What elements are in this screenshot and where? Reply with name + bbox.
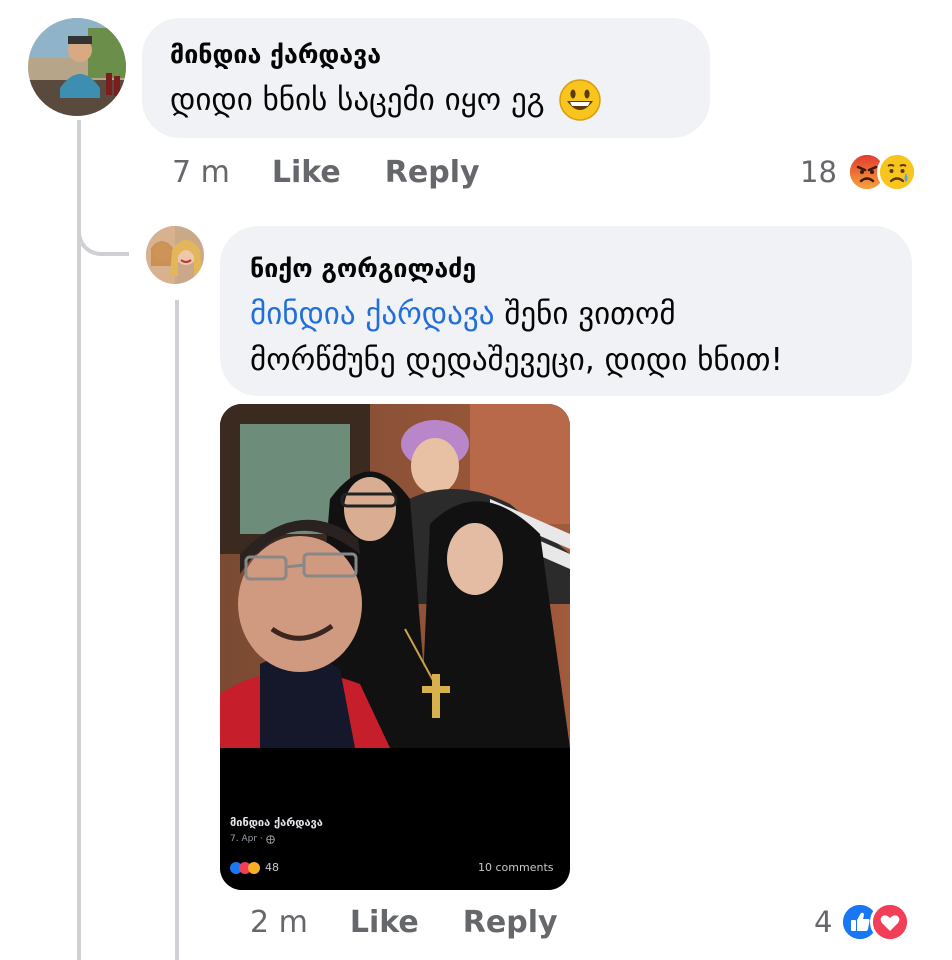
shared-post-author: მინდია ქარდავა	[230, 816, 323, 829]
comment-author[interactable]: ნიქო გორგილაძე	[250, 254, 476, 284]
comment-text-line2: მორწმუნე დედაშევეცი, დიდი ხნით!	[250, 342, 783, 378]
attached-photo[interactable]: მინდია ქარდავა 7. Apr · 48 10 comments	[220, 404, 570, 890]
thread-line-main	[77, 120, 81, 960]
avatar[interactable]	[146, 226, 204, 284]
comment-author[interactable]: მინდია ქარდავა	[170, 40, 381, 70]
comment-actions: 2 m Like Reply	[250, 902, 558, 942]
grinning-emoji-icon	[558, 79, 601, 121]
reaction-count: 4	[814, 905, 833, 939]
comment-text: დიდი ხნის საცემი იყო ეგ	[170, 78, 601, 122]
reaction-summary[interactable]: 4	[814, 900, 911, 944]
thread-branch-curve	[77, 200, 129, 256]
reaction-summary[interactable]: 18	[800, 150, 917, 194]
avatar[interactable]	[28, 18, 126, 116]
comment-time[interactable]: 2 m	[250, 905, 308, 940]
love-icon	[870, 902, 911, 942]
globe-icon	[265, 834, 275, 844]
comment-text-line1: შენი ვითომ	[504, 296, 676, 332]
shared-post-date-row: 7. Apr ·	[230, 834, 275, 844]
reply-button[interactable]: Reply	[463, 905, 558, 940]
care-icon	[248, 861, 260, 874]
like-button[interactable]: Like	[272, 155, 341, 190]
shared-post-footer: მინდია ქარდავა 7. Apr · 48 10 comments	[220, 748, 570, 890]
shared-post-reactions: 48	[230, 861, 279, 874]
thread-line-reply	[175, 300, 179, 960]
shared-post-reaction-count: 48	[265, 861, 279, 874]
comment-bubble[interactable]: მინდია ქარდავა დიდი ხნის საცემი იყო ეგ	[142, 18, 710, 138]
comment-text: მინდია ქარდავა შენი ვითომ	[250, 292, 676, 336]
comment-bubble[interactable]: ნიქო გორგილაძე მინდია ქარდავა შენი ვითომ…	[220, 226, 912, 396]
comment-time[interactable]: 7 m	[172, 155, 230, 190]
like-button[interactable]: Like	[350, 905, 419, 940]
sad-icon	[876, 152, 917, 192]
reply-button[interactable]: Reply	[385, 155, 480, 190]
reaction-count: 18	[800, 155, 837, 189]
mention-link[interactable]: მინდია ქარდავა	[250, 296, 494, 332]
comment-actions: 7 m Like Reply	[172, 152, 480, 192]
shared-post-date: 7. Apr ·	[230, 834, 263, 844]
comment-text-content: დიდი ხნის საცემი იყო ეგ	[170, 82, 545, 118]
shared-post-comments: 10 comments	[478, 861, 554, 874]
